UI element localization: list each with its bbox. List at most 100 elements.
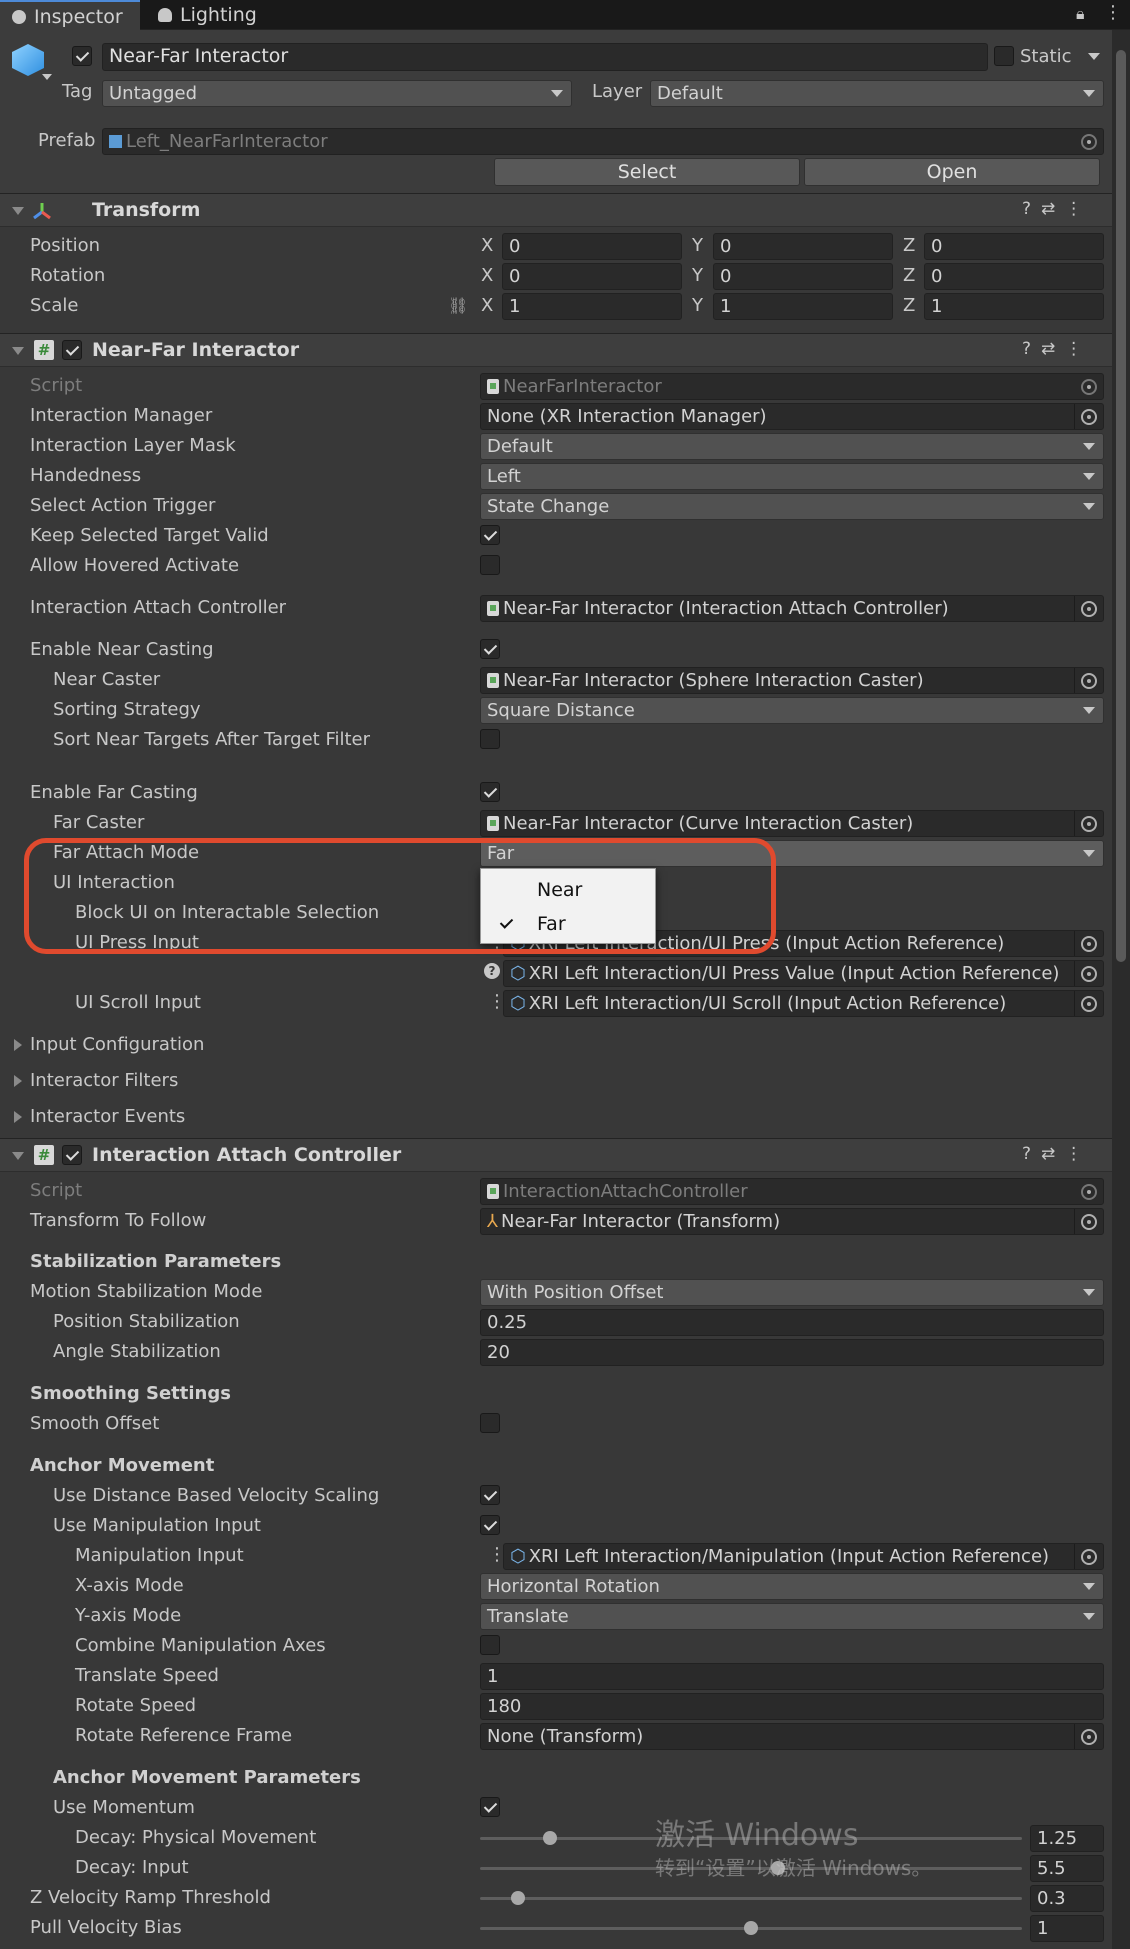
static-dropdown-icon[interactable] <box>1088 53 1100 60</box>
prefab-open-button[interactable]: Open <box>804 158 1100 186</box>
scale-y-field[interactable]: 1 <box>713 293 893 320</box>
axis-x-label[interactable]: X <box>481 294 493 318</box>
ui-scroll-input-field[interactable]: ⬡ XRI Left Interaction/UI Scroll (Input A… <box>503 990 1104 1017</box>
x-axis-mode-dropdown[interactable]: Horizontal Rotation <box>480 1573 1104 1600</box>
help-icon[interactable]: ? <box>1022 1144 1041 1164</box>
more-options-icon[interactable]: ⋮ <box>1104 2 1122 23</box>
attach-controller-field[interactable]: Near-Far Interactor (Interaction Attach … <box>480 595 1104 622</box>
distance-velocity-checkbox[interactable] <box>480 1485 500 1505</box>
rotation-x-field[interactable]: 0 <box>502 263 682 290</box>
manipulation-input-field[interactable]: ⬡ XRI Left Interaction/Manipulation (Inpu… <box>503 1543 1104 1570</box>
component-enabled-toggle[interactable] <box>62 1145 82 1165</box>
attach-controller-header[interactable]: # Interaction Attach Controller ?⇄⋮ <box>0 1138 1112 1172</box>
enable-near-casting-checkbox[interactable] <box>480 639 500 659</box>
select-action-trigger-dropdown[interactable]: State Change <box>480 493 1104 520</box>
axis-z-label[interactable]: Z <box>903 264 915 288</box>
interactor-filters-foldout[interactable]: Interactor Filters <box>0 1066 400 1096</box>
slider-value-field[interactable]: 5.5 <box>1030 1855 1104 1882</box>
transform-to-follow-field[interactable]: ⅄ Near-Far Interactor (Transform) <box>480 1208 1104 1235</box>
object-name-input[interactable]: Near-Far Interactor <box>102 43 988 71</box>
far-caster-field[interactable]: Near-Far Interactor (Curve Interaction C… <box>480 810 1104 837</box>
slider-knob[interactable] <box>510 1891 525 1905</box>
allow-hovered-checkbox[interactable] <box>480 555 500 575</box>
prefab-select-button[interactable]: Select <box>494 158 800 186</box>
axis-z-label[interactable]: Z <box>903 294 915 318</box>
icon-dropdown-icon[interactable] <box>42 74 52 80</box>
help-icon[interactable]: ? <box>1022 339 1041 359</box>
object-picker-icon[interactable] <box>1081 134 1097 150</box>
enable-far-casting-checkbox[interactable] <box>480 782 500 802</box>
keep-selected-checkbox[interactable] <box>480 525 500 545</box>
slider-value-field[interactable]: 0.3 <box>1030 1885 1104 1912</box>
component-menu-icon[interactable]: ⋮ <box>1065 1144 1092 1164</box>
use-momentum-checkbox[interactable] <box>480 1797 500 1817</box>
scale-z-field[interactable]: 1 <box>924 293 1104 320</box>
constrain-proportions-icon[interactable]: ⛓︎ <box>448 296 468 315</box>
prefab-field[interactable]: Left_NearFarInteractor <box>102 128 1104 155</box>
axis-y-label[interactable]: Y <box>692 264 703 288</box>
component-enabled-toggle[interactable] <box>62 340 82 360</box>
axis-z-label[interactable]: Z <box>903 234 915 258</box>
y-axis-mode-dropdown[interactable]: Translate <box>480 1603 1104 1630</box>
position-stabilization-field[interactable]: 0.25 <box>480 1309 1104 1336</box>
slider-knob[interactable] <box>543 1831 558 1845</box>
slider-value-field[interactable]: 1 <box>1030 1915 1104 1942</box>
component-menu-icon[interactable]: ⋮ <box>1065 339 1092 359</box>
slider-value-field[interactable]: 1.25 <box>1030 1825 1104 1852</box>
foldout-icon[interactable] <box>12 207 24 215</box>
rotation-y-field[interactable]: 0 <box>713 263 893 290</box>
handedness-dropdown[interactable]: Left <box>480 463 1104 490</box>
position-z-field[interactable]: 0 <box>924 233 1104 260</box>
rotation-z-field[interactable]: 0 <box>924 263 1104 290</box>
object-picker-icon[interactable] <box>1081 601 1097 617</box>
object-picker-icon[interactable] <box>1081 673 1097 689</box>
combine-axes-checkbox[interactable] <box>480 1635 500 1655</box>
scale-x-field[interactable]: 1 <box>502 293 682 320</box>
rotate-speed-field[interactable]: 180 <box>480 1693 1104 1720</box>
interactor-events-foldout[interactable]: Interactor Events <box>0 1102 400 1132</box>
component-header-icons[interactable]: ?⇄⋮ <box>1022 1144 1092 1164</box>
motion-stabilization-dropdown[interactable]: With Position Offset <box>480 1279 1104 1306</box>
object-picker-icon[interactable] <box>1081 409 1097 425</box>
component-header-icons[interactable]: ?⇄⋮ <box>1022 199 1092 219</box>
sorting-strategy-dropdown[interactable]: Square Distance <box>480 697 1104 724</box>
tab-lighting[interactable]: Lighting <box>146 0 296 30</box>
object-picker-icon[interactable] <box>1081 966 1097 982</box>
interaction-layer-mask-dropdown[interactable]: Default <box>480 433 1104 460</box>
script-field[interactable]: NearFarInteractor <box>480 373 1104 400</box>
object-picker-icon[interactable] <box>1081 1729 1097 1745</box>
ui-press-value-field[interactable]: ⬡ XRI Left Interaction/UI Press Value (In… <box>503 960 1104 987</box>
use-manipulation-input-checkbox[interactable] <box>480 1515 500 1535</box>
active-toggle[interactable] <box>72 46 92 66</box>
static-checkbox[interactable] <box>994 46 1014 66</box>
transform-header[interactable]: Transform ?⇄⋮ <box>0 193 1112 227</box>
lock-icon[interactable]: 🔒︎ <box>1076 4 1092 24</box>
translate-speed-field[interactable]: 1 <box>480 1663 1104 1690</box>
interaction-manager-field[interactable]: None (XR Interaction Manager) <box>480 403 1104 430</box>
sort-near-targets-checkbox[interactable] <box>480 729 500 749</box>
preset-icon[interactable]: ⇄ <box>1041 1144 1065 1164</box>
axis-x-label[interactable]: X <box>481 264 493 288</box>
foldout-icon[interactable] <box>12 347 24 355</box>
object-picker-icon[interactable] <box>1081 996 1097 1012</box>
object-picker-icon[interactable] <box>1081 936 1097 952</box>
layer-dropdown[interactable]: Default <box>650 80 1104 107</box>
angle-stabilization-field[interactable]: 20 <box>480 1339 1104 1366</box>
object-picker-icon[interactable] <box>1081 1549 1097 1565</box>
slider-knob[interactable] <box>744 1921 758 1935</box>
near-far-interactor-header[interactable]: # Near-Far Interactor ?⇄⋮ <box>0 333 1112 367</box>
preset-icon[interactable]: ⇄ <box>1041 339 1065 359</box>
tag-dropdown[interactable]: Untagged <box>102 80 572 107</box>
axis-x-label[interactable]: X <box>481 234 493 258</box>
foldout-icon[interactable] <box>12 1152 24 1160</box>
object-picker-icon[interactable] <box>1081 1214 1097 1230</box>
help-icon[interactable]: ? <box>484 963 500 979</box>
axis-y-label[interactable]: Y <box>692 294 703 318</box>
slider-track[interactable] <box>480 1897 1022 1900</box>
near-caster-field[interactable]: Near-Far Interactor (Sphere Interaction … <box>480 667 1104 694</box>
rotate-reference-frame-field[interactable]: None (Transform) <box>480 1723 1104 1750</box>
object-picker-icon[interactable] <box>1081 1184 1097 1200</box>
position-y-field[interactable]: 0 <box>713 233 893 260</box>
smooth-offset-checkbox[interactable] <box>480 1413 500 1433</box>
component-menu-icon[interactable]: ⋮ <box>1065 199 1092 219</box>
